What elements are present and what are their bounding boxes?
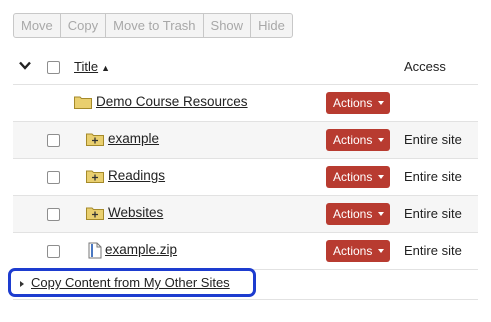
folder-link[interactable]: Demo Course Resources (96, 94, 248, 109)
file-icon (88, 242, 102, 259)
toolbar: Move Copy Move to Trash Show Hide (13, 13, 293, 38)
row-checkbox[interactable] (47, 208, 60, 221)
actions-button[interactable]: Actions (326, 129, 390, 151)
actions-button[interactable]: Actions (326, 240, 390, 262)
access-column-header: Access (404, 59, 446, 74)
actions-button[interactable]: Actions (326, 166, 390, 188)
table-row: Websites Actions Entire site (13, 195, 478, 232)
move-to-trash-button[interactable]: Move to Trash (105, 13, 204, 38)
actions-label: Actions (333, 96, 373, 110)
caret-down-icon (378, 249, 384, 253)
folder-plus-icon[interactable] (86, 169, 104, 183)
select-all-checkbox[interactable] (47, 61, 60, 74)
caret-down-icon (378, 101, 384, 105)
title-header-label[interactable]: Title (74, 59, 98, 74)
actions-label: Actions (333, 244, 373, 258)
caret-down-icon (378, 212, 384, 216)
table-row: Demo Course Resources Actions (13, 84, 478, 121)
table-row: Readings Actions Entire site (13, 158, 478, 195)
copy-button[interactable]: Copy (59, 13, 107, 38)
row-checkbox[interactable] (47, 171, 60, 184)
chevron-down-icon[interactable] (19, 61, 31, 70)
actions-button[interactable]: Actions (326, 92, 390, 114)
folder-plus-icon[interactable] (86, 206, 104, 220)
actions-label: Actions (333, 170, 373, 184)
actions-button[interactable]: Actions (326, 203, 390, 225)
folder-link[interactable]: example (108, 131, 159, 146)
table-header: Title ▲ Access (13, 50, 478, 84)
title-column-header[interactable]: Title ▲ (74, 59, 110, 74)
access-value: Entire site (404, 169, 462, 184)
folder-plus-icon[interactable] (86, 132, 104, 146)
row-checkbox[interactable] (47, 245, 60, 258)
access-value: Entire site (404, 132, 462, 147)
table-row: example.zip Actions Entire site (13, 232, 478, 269)
divider (13, 299, 478, 300)
file-link[interactable]: example.zip (105, 242, 177, 257)
caret-down-icon (378, 175, 384, 179)
move-button[interactable]: Move (13, 13, 61, 38)
caret-right-icon[interactable] (20, 281, 24, 287)
caret-down-icon (378, 138, 384, 142)
access-value: Entire site (404, 206, 462, 221)
actions-label: Actions (333, 207, 373, 221)
open-folder-icon (74, 96, 92, 109)
copy-content-toggle[interactable]: Copy Content from My Other Sites (8, 268, 256, 297)
table-row: example Actions Entire site (13, 121, 478, 158)
folder-link[interactable]: Readings (108, 168, 165, 183)
show-button[interactable]: Show (202, 13, 252, 38)
row-checkbox[interactable] (47, 134, 60, 147)
access-value: Entire site (404, 243, 462, 258)
sort-ascending-icon[interactable]: ▲ (101, 63, 110, 73)
copy-content-link[interactable]: Copy Content from My Other Sites (31, 275, 230, 290)
actions-label: Actions (333, 133, 373, 147)
hide-button[interactable]: Hide (250, 13, 293, 38)
folder-link[interactable]: Websites (108, 205, 163, 220)
